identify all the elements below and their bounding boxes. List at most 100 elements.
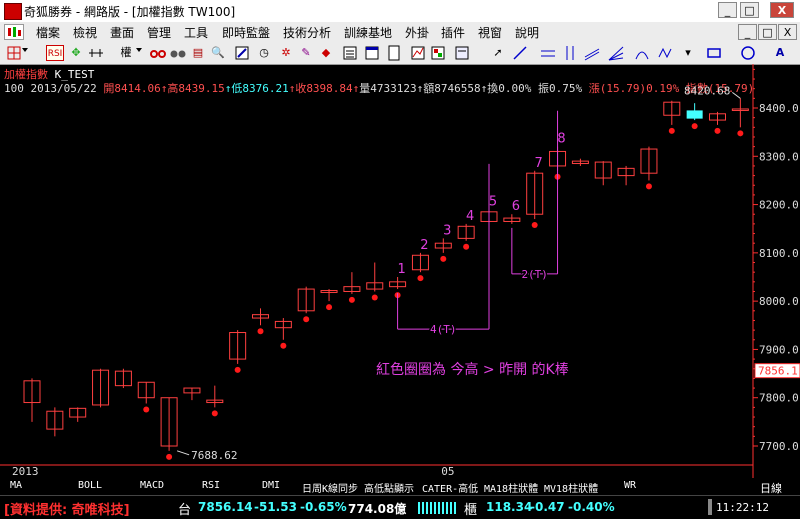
- candle-number-label: 2: [420, 238, 428, 253]
- chart-window-icon[interactable]: [4, 24, 24, 40]
- red-dot-marker: [234, 366, 241, 373]
- divider: [708, 499, 712, 515]
- app-icon: [4, 3, 22, 20]
- fan-icon[interactable]: [608, 45, 624, 61]
- menu-help[interactable]: 說明: [515, 24, 539, 41]
- mdi-close-button[interactable]: X: [778, 24, 797, 40]
- taiex-change: -51.53: [254, 500, 297, 514]
- bracket-label: 4(T): [430, 323, 457, 336]
- line-icon[interactable]: [512, 45, 528, 61]
- menu-plugin[interactable]: 外掛: [405, 24, 429, 41]
- tab-mv18[interactable]: MV18柱狀體: [544, 480, 604, 495]
- restore-button[interactable]: □: [740, 2, 759, 18]
- window-title: 奇狐勝券 - 網路版 - [加權指數 TW100]: [24, 5, 236, 19]
- tab-dmi[interactable]: DMI: [262, 480, 280, 491]
- y-tick-label: 8000.0: [759, 295, 799, 308]
- rect-icon[interactable]: [706, 45, 722, 61]
- otc-label: 櫃: [464, 503, 478, 518]
- rsi-icon[interactable]: RSI: [46, 45, 64, 61]
- toolbar: RSI ✥ 權 ▤ 🔍 ◷ ✲ ✎ ◆ ➚ ▾ A: [0, 42, 800, 65]
- tab-ma[interactable]: MA: [10, 480, 22, 491]
- text-icon[interactable]: A: [772, 45, 788, 61]
- max-label-leader: [732, 91, 741, 99]
- menu-view[interactable]: 檢視: [73, 24, 97, 41]
- table-icon[interactable]: [430, 45, 446, 61]
- menu-monitor[interactable]: 即時監盤: [222, 24, 270, 41]
- y-tick-label: 7900.0: [759, 343, 799, 356]
- menu-screen[interactable]: 畫面: [110, 24, 134, 41]
- tab-rsi[interactable]: RSI: [202, 480, 220, 491]
- menu-file[interactable]: 檔案: [36, 24, 60, 41]
- taiex-label: 台: [178, 503, 192, 518]
- menu-manage[interactable]: 管理: [147, 24, 171, 41]
- grid-icon[interactable]: [6, 45, 22, 61]
- people-icon[interactable]: ◆: [318, 45, 334, 61]
- channel-icon[interactable]: [584, 45, 600, 61]
- calc-icon[interactable]: [454, 45, 470, 61]
- move-icon[interactable]: ✥: [68, 45, 84, 61]
- bracket-label: 2(T): [521, 268, 548, 281]
- period-label[interactable]: 日線: [760, 480, 782, 496]
- dropdown-small-icon[interactable]: ▾: [680, 45, 696, 61]
- menu-addon[interactable]: 插件: [441, 24, 465, 41]
- list-icon[interactable]: [342, 45, 358, 61]
- tab-week-sync[interactable]: 日周K線同步: [302, 480, 362, 495]
- tools-icon[interactable]: [234, 45, 250, 61]
- circle-icon[interactable]: [740, 45, 756, 61]
- tab-cater[interactable]: CATER-高低: [422, 480, 482, 495]
- mdi-minimize-button[interactable]: _: [738, 24, 757, 40]
- x-tick-label: 2013: [12, 465, 39, 478]
- y-tick-label: 8200.0: [759, 199, 799, 212]
- tab-wr[interactable]: WR: [624, 480, 636, 491]
- mdi-restore-button[interactable]: □: [758, 24, 777, 40]
- hline-icon[interactable]: [540, 45, 556, 61]
- candlestick-chart[interactable]: 7700.0 7800.0 7900.0 8000.0 8100.0 8200.0 8300…: [0, 64, 800, 478]
- window-icon[interactable]: [364, 45, 380, 61]
- weight-dropdown-icon[interactable]: [136, 48, 142, 52]
- menu-training[interactable]: 訓練基地: [344, 24, 392, 41]
- red-dot-marker: [691, 123, 698, 130]
- candle-number-label: 5: [489, 194, 497, 209]
- last-price-label: 7856.1: [758, 365, 798, 378]
- menu-bar: 檔案 檢視 畫面 管理 工具 即時監盤 技術分析 訓練基地 外掛 插件 視窗 說…: [0, 22, 800, 43]
- arc-icon[interactable]: [634, 45, 650, 61]
- binoculars-icon[interactable]: [170, 45, 186, 61]
- search-icon[interactable]: 🔍: [210, 45, 226, 61]
- timeline-icon[interactable]: [88, 45, 104, 61]
- tab-high-low[interactable]: 高低點顯示: [364, 480, 424, 495]
- max-price-label: 8420.68: [684, 84, 730, 97]
- wave-icon[interactable]: [658, 45, 674, 61]
- tab-macd[interactable]: MACD: [140, 480, 164, 491]
- menu-analysis[interactable]: 技術分析: [283, 24, 331, 41]
- weight-icon[interactable]: 權: [118, 45, 134, 61]
- book-icon[interactable]: ▤: [190, 45, 206, 61]
- flame-icon[interactable]: ✲: [278, 45, 294, 61]
- dropdown-arrow-icon[interactable]: [22, 48, 28, 52]
- y-tick-label: 7800.0: [759, 392, 799, 405]
- red-dot-marker: [257, 328, 264, 335]
- menu-tools[interactable]: 工具: [184, 24, 208, 41]
- close-button[interactable]: X: [770, 2, 794, 18]
- doc-icon[interactable]: [386, 45, 402, 61]
- menu-window[interactable]: 視窗: [478, 24, 502, 41]
- y-tick-label: 8300.0: [759, 150, 799, 163]
- red-dot-marker: [440, 255, 447, 262]
- red-dot-marker: [371, 294, 378, 301]
- annotation-text: 紅色圈圈為 今高 > 昨開 的K棒: [376, 362, 569, 378]
- tag-icon[interactable]: ✎: [298, 45, 314, 61]
- tab-boll[interactable]: BOLL: [78, 480, 102, 491]
- glasses-icon[interactable]: [150, 45, 166, 61]
- red-dot-marker: [280, 342, 287, 349]
- pointer-icon[interactable]: ➚: [490, 45, 506, 61]
- data-provider: [資料提供: 奇唯科技]: [4, 503, 130, 518]
- otc-value: 118.34: [486, 500, 533, 514]
- chart-icon[interactable]: [410, 45, 426, 61]
- vline-icon[interactable]: [562, 45, 578, 61]
- red-dot-marker: [303, 316, 310, 323]
- clock-time: 11:22:12: [716, 501, 769, 514]
- tab-ma18[interactable]: MA18柱狀體: [484, 480, 544, 495]
- candle-body-down: [686, 110, 703, 119]
- minimize-button[interactable]: _: [718, 2, 737, 18]
- candle-number-label: 6: [512, 199, 520, 214]
- clock-icon[interactable]: ◷: [256, 45, 272, 61]
